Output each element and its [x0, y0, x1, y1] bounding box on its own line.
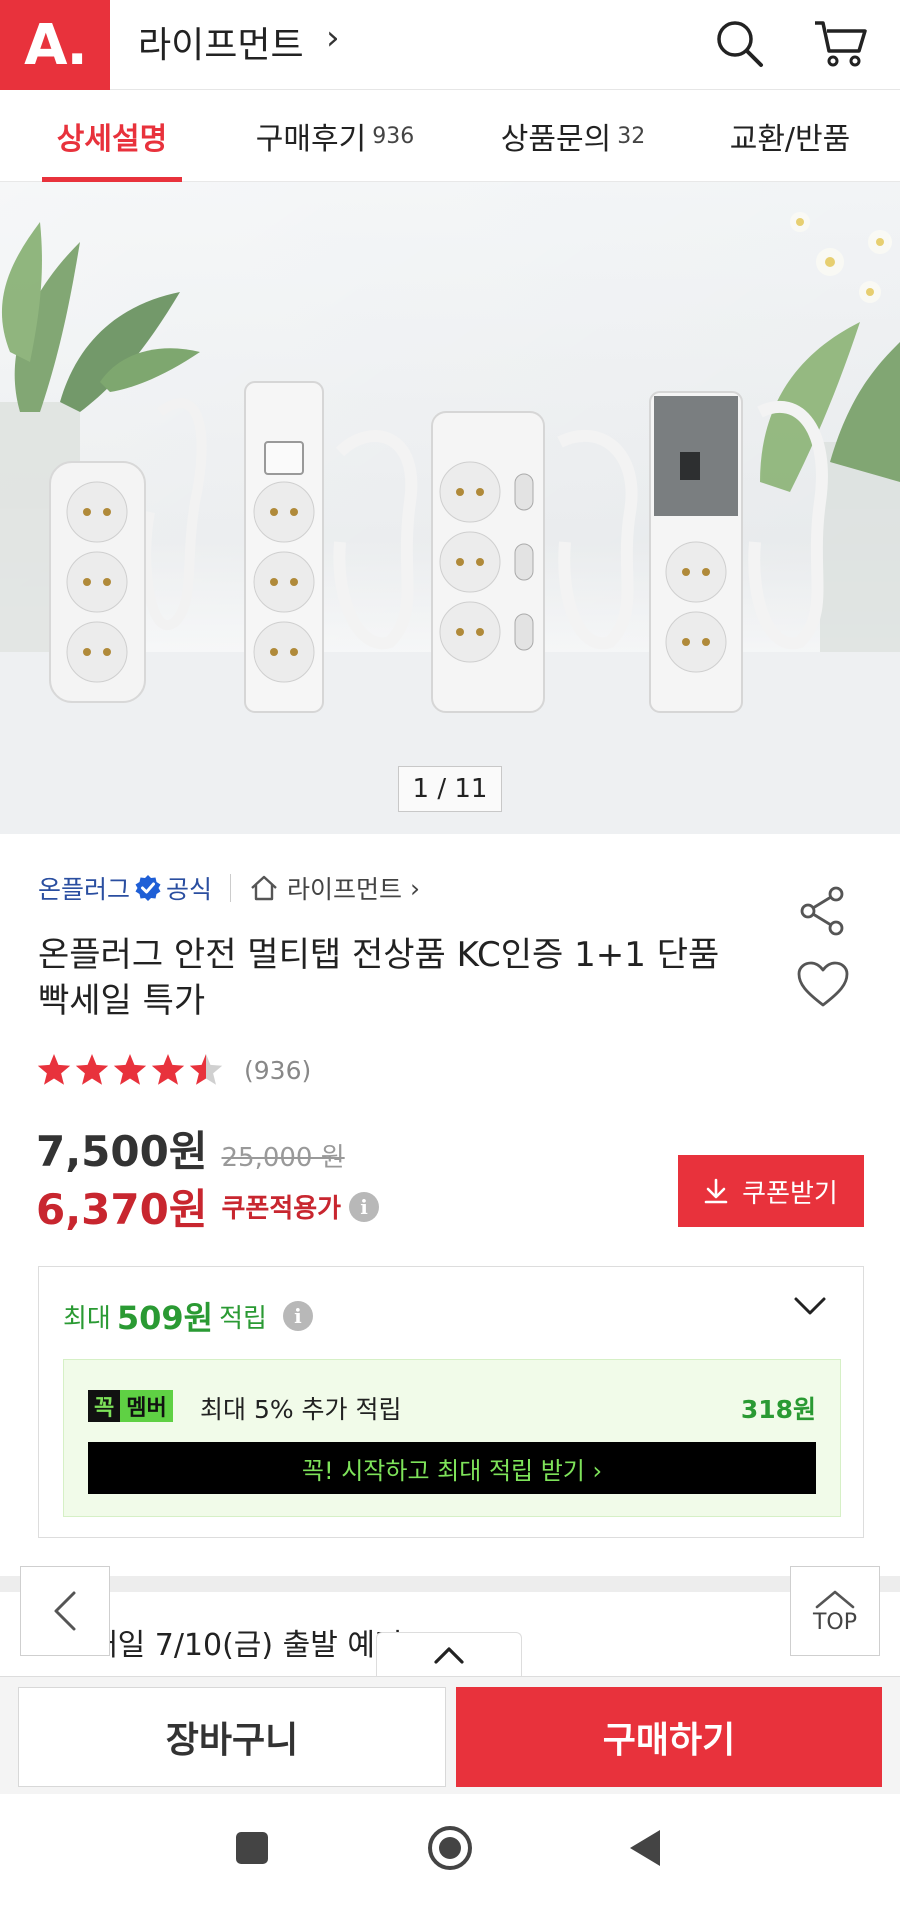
- image-counter: 1 / 11: [398, 766, 502, 812]
- home-button-icon[interactable]: [426, 1824, 474, 1876]
- get-coupon-label: 쿠폰받기: [742, 1178, 838, 1209]
- purchase-bar: 장바구니 구매하기: [0, 1676, 900, 1794]
- top-label: TOP: [812, 1609, 858, 1635]
- rating-stars-icon: [37, 1054, 223, 1085]
- tab-label: 교환/반품: [729, 122, 851, 157]
- rating-star: [151, 1054, 185, 1085]
- rating-star: [113, 1054, 147, 1085]
- shipping-info: 내일 7/10(금) 출발 예정: [90, 1628, 403, 1663]
- buy-now-button[interactable]: 구매하기: [456, 1687, 882, 1787]
- app-header: A. 라이프먼트 ›: [0, 0, 900, 90]
- reward-suffix: 적립: [219, 1303, 267, 1334]
- reward-box: 최대 509원 적립 i 꼭 멤버 최대 5% 추가 적립 318원 꼭! 시작…: [38, 1266, 864, 1538]
- verified-badge-icon: [134, 874, 162, 902]
- seller-row: 온플러그 공식 라이프먼트 ›: [38, 870, 420, 906]
- membership-badge-part2: 멤버: [120, 1390, 173, 1422]
- back-button[interactable]: [20, 1566, 110, 1656]
- app-logo[interactable]: A.: [0, 0, 110, 90]
- membership-text: 최대 5% 추가 적립: [200, 1395, 402, 1424]
- product-image-carousel[interactable]: 1 / 11: [0, 182, 900, 834]
- seller-divider: [230, 874, 232, 902]
- reward-summary[interactable]: 최대 509원 적립 i: [63, 1293, 313, 1339]
- tab-reviews[interactable]: 구매후기 936: [230, 90, 440, 182]
- product-title: 온플러그 안전 멀티탭 전상품 KC인증 1+1 단품 빡세일 특가: [38, 935, 720, 1021]
- get-coupon-button[interactable]: 쿠폰받기: [678, 1155, 864, 1227]
- home-icon: [249, 874, 279, 902]
- section-divider: [0, 1576, 900, 1592]
- rating-row[interactable]: (936): [36, 1050, 311, 1090]
- original-price: 25,000 원: [221, 1143, 345, 1173]
- tab-label: 구매후기: [255, 122, 367, 157]
- rating-star: [75, 1054, 109, 1085]
- share-icon[interactable]: [796, 884, 850, 942]
- search-icon[interactable]: [706, 10, 772, 76]
- expand-tab[interactable]: [376, 1632, 522, 1676]
- tab-returns[interactable]: 교환/반품: [700, 90, 880, 182]
- membership-amount: 318원: [740, 1395, 816, 1424]
- membership-cta-button[interactable]: 꼭! 시작하고 최대 적립 받기 ›: [88, 1442, 816, 1494]
- shop-link[interactable]: 라이프먼트: [287, 870, 402, 906]
- cart-icon[interactable]: [808, 10, 874, 76]
- chevron-left-icon: [54, 1591, 76, 1631]
- chevron-down-icon[interactable]: [793, 1295, 827, 1321]
- coupon-price-label: 쿠폰적용가: [221, 1194, 342, 1224]
- tab-label: 상세설명: [56, 122, 168, 157]
- add-to-cart-button[interactable]: 장바구니: [18, 1687, 446, 1787]
- store-chevron-icon: ›: [326, 18, 340, 58]
- product-tabs: 상세설명 구매후기 936 상품문의 32 교환/반품: [0, 90, 900, 182]
- info-icon[interactable]: i: [349, 1191, 380, 1222]
- brand-link[interactable]: 온플러그: [38, 870, 130, 906]
- recent-apps-icon[interactable]: [234, 1830, 270, 1870]
- membership-promo: 꼭 멤버 최대 5% 추가 적립 318원 꼭! 시작하고 최대 적립 받기 ›: [63, 1359, 841, 1517]
- wishlist-heart-icon[interactable]: [796, 960, 850, 1014]
- sale-price: 7,500원: [36, 1127, 208, 1176]
- membership-badge: 꼭 멤버: [88, 1390, 173, 1422]
- coupon-price-row: 6,370원 쿠폰적용가 i: [36, 1176, 380, 1237]
- rating-star: [37, 1054, 71, 1085]
- tab-count: 32: [617, 123, 646, 149]
- coupon-price: 6,370원: [36, 1185, 208, 1234]
- chevron-up-icon: [815, 1590, 855, 1608]
- membership-badge-part1: 꼭: [88, 1390, 121, 1422]
- official-label: 공식: [166, 875, 213, 904]
- tab-details[interactable]: 상세설명: [20, 90, 204, 182]
- scroll-top-button[interactable]: TOP: [790, 1566, 880, 1656]
- rating-star: [189, 1054, 223, 1085]
- product-photo: [0, 182, 900, 834]
- shop-chevron-icon: ›: [410, 873, 421, 903]
- review-count: (936): [244, 1055, 312, 1085]
- tab-label: 상품문의: [500, 122, 612, 157]
- reward-info-icon[interactable]: i: [282, 1301, 313, 1331]
- tab-count: 936: [372, 123, 415, 149]
- reward-amount: 509원: [116, 1299, 214, 1337]
- tab-inquiries[interactable]: 상품문의 32: [468, 90, 678, 182]
- chevron-up-icon: [434, 1646, 464, 1664]
- reward-prefix: 최대: [63, 1303, 111, 1334]
- store-name-link[interactable]: 라이프먼트: [138, 16, 304, 68]
- download-icon: [704, 1178, 728, 1204]
- price-row: 7,500원 25,000 원: [36, 1118, 345, 1179]
- system-navigation-bar: [0, 1794, 900, 1905]
- system-back-icon[interactable]: [628, 1828, 662, 1872]
